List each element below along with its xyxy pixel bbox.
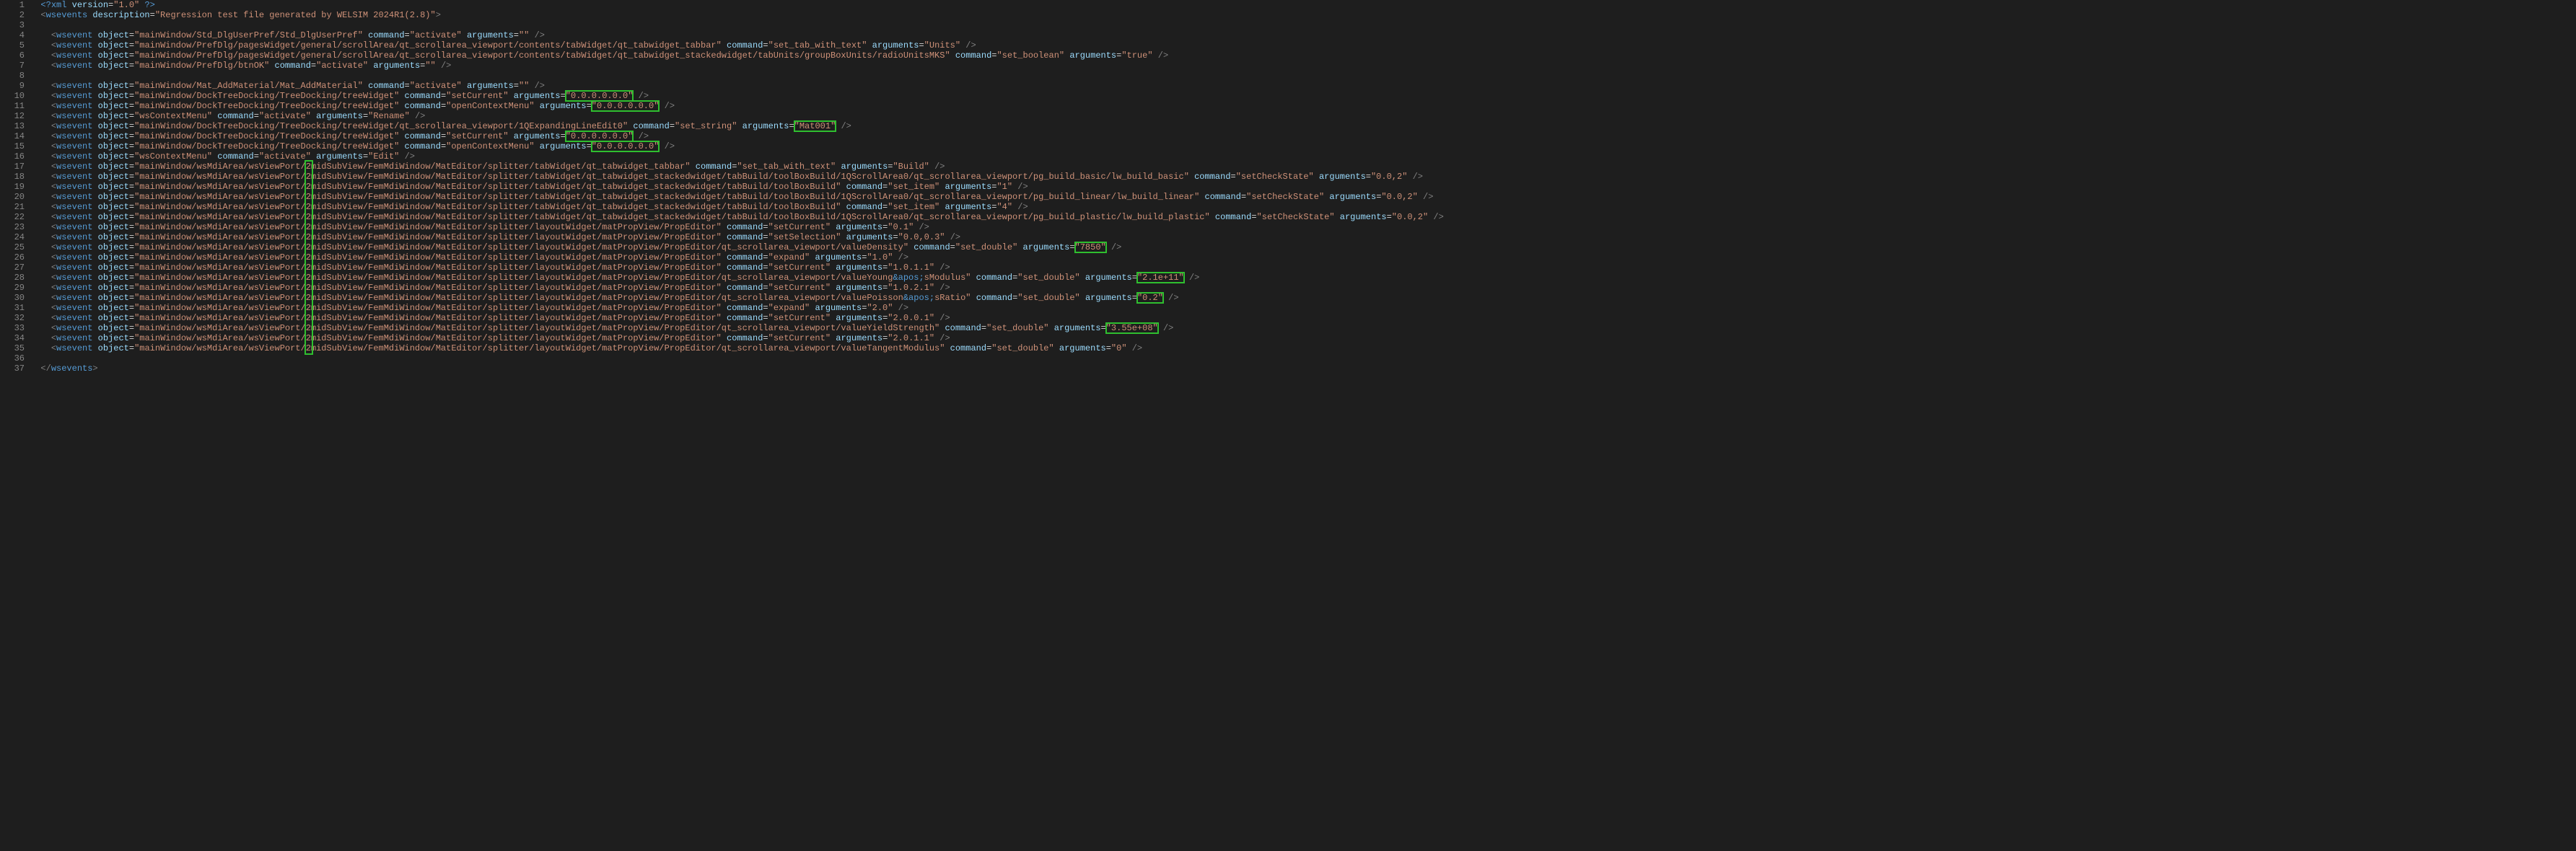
- code-line[interactable]: <wsevent object="mainWindow/wsMdiArea/ws…: [30, 172, 2576, 182]
- code-line[interactable]: [30, 353, 2576, 363]
- code-line[interactable]: <wsevent object="mainWindow/Std_DlgUserP…: [30, 30, 2576, 40]
- line-number: 11: [0, 101, 25, 111]
- line-number: 31: [0, 303, 25, 313]
- code-line[interactable]: <wsevent object="mainWindow/wsMdiArea/ws…: [30, 333, 2576, 343]
- code-line[interactable]: <wsevent object="mainWindow/PrefDlg/page…: [30, 50, 2576, 61]
- line-number: 26: [0, 252, 25, 263]
- code-line[interactable]: <wsevent object="mainWindow/wsMdiArea/ws…: [30, 162, 2576, 172]
- code-line[interactable]: <wsevent object="mainWindow/DockTreeDock…: [30, 131, 2576, 141]
- line-number: 5: [0, 40, 25, 50]
- code-line[interactable]: [30, 71, 2576, 81]
- code-line[interactable]: <wsevent object="mainWindow/wsMdiArea/ws…: [30, 323, 2576, 333]
- code-line[interactable]: <wsevent object="mainWindow/wsMdiArea/ws…: [30, 252, 2576, 263]
- line-number: 24: [0, 232, 25, 242]
- code-line[interactable]: <wsevent object="mainWindow/PrefDlg/btnO…: [30, 61, 2576, 71]
- line-number: 3: [0, 20, 25, 30]
- code-line[interactable]: <wsevents description="Regression test f…: [30, 10, 2576, 20]
- code-line[interactable]: <wsevent object="mainWindow/Mat_AddMater…: [30, 81, 2576, 91]
- line-number: 37: [0, 363, 25, 374]
- line-number: 32: [0, 313, 25, 323]
- code-line[interactable]: </wsevents>: [30, 363, 2576, 374]
- line-number: 6: [0, 50, 25, 61]
- line-number: 17: [0, 162, 25, 172]
- line-number: 1: [0, 0, 25, 10]
- line-number: 22: [0, 212, 25, 222]
- line-number: 25: [0, 242, 25, 252]
- code-line[interactable]: <wsevent object="mainWindow/wsMdiArea/ws…: [30, 283, 2576, 293]
- code-editor[interactable]: 1234567891011121314151617181920212223242…: [0, 0, 2576, 374]
- line-number: 13: [0, 121, 25, 131]
- line-number: 12: [0, 111, 25, 121]
- line-number: 8: [0, 71, 25, 81]
- code-line[interactable]: <wsevent object="mainWindow/wsMdiArea/ws…: [30, 293, 2576, 303]
- code-line[interactable]: [30, 20, 2576, 30]
- code-line[interactable]: <wsevent object="mainWindow/wsMdiArea/ws…: [30, 232, 2576, 242]
- line-number: 2: [0, 10, 25, 20]
- code-line[interactable]: <wsevent object="wsContextMenu" command=…: [30, 111, 2576, 121]
- code-line[interactable]: <wsevent object="mainWindow/DockTreeDock…: [30, 91, 2576, 101]
- code-line[interactable]: <wsevent object="mainWindow/wsMdiArea/ws…: [30, 192, 2576, 202]
- code-line[interactable]: <?xml version="1.0" ?>: [30, 0, 2576, 10]
- line-number: 18: [0, 172, 25, 182]
- code-line[interactable]: <wsevent object="mainWindow/DockTreeDock…: [30, 141, 2576, 151]
- line-number: 29: [0, 283, 25, 293]
- line-number: 35: [0, 343, 25, 353]
- line-number: 30: [0, 293, 25, 303]
- line-number: 20: [0, 192, 25, 202]
- code-line[interactable]: <wsevent object="mainWindow/wsMdiArea/ws…: [30, 202, 2576, 212]
- line-number: 28: [0, 273, 25, 283]
- line-number: 27: [0, 263, 25, 273]
- code-line[interactable]: <wsevent object="mainWindow/DockTreeDock…: [30, 121, 2576, 131]
- line-number: 34: [0, 333, 25, 343]
- code-line[interactable]: <wsevent object="mainWindow/wsMdiArea/ws…: [30, 273, 2576, 283]
- code-line[interactable]: <wsevent object="mainWindow/DockTreeDock…: [30, 101, 2576, 111]
- line-number: 36: [0, 353, 25, 363]
- code-area[interactable]: <?xml version="1.0" ?> <wsevents descrip…: [30, 0, 2576, 374]
- line-number-gutter: 1234567891011121314151617181920212223242…: [0, 0, 30, 374]
- line-number: 16: [0, 151, 25, 162]
- line-number: 9: [0, 81, 25, 91]
- line-number: 21: [0, 202, 25, 212]
- code-line[interactable]: <wsevent object="mainWindow/wsMdiArea/ws…: [30, 343, 2576, 353]
- code-line[interactable]: <wsevent object="mainWindow/wsMdiArea/ws…: [30, 263, 2576, 273]
- line-number: 14: [0, 131, 25, 141]
- code-line[interactable]: <wsevent object="mainWindow/wsMdiArea/ws…: [30, 182, 2576, 192]
- line-number: 10: [0, 91, 25, 101]
- code-line[interactable]: <wsevent object="mainWindow/wsMdiArea/ws…: [30, 303, 2576, 313]
- line-number: 15: [0, 141, 25, 151]
- line-number: 4: [0, 30, 25, 40]
- code-line[interactable]: <wsevent object="mainWindow/wsMdiArea/ws…: [30, 222, 2576, 232]
- line-number: 7: [0, 61, 25, 71]
- line-number: 19: [0, 182, 25, 192]
- code-line[interactable]: <wsevent object="mainWindow/wsMdiArea/ws…: [30, 242, 2576, 252]
- line-number: 23: [0, 222, 25, 232]
- code-line[interactable]: <wsevent object="mainWindow/wsMdiArea/ws…: [30, 313, 2576, 323]
- code-line[interactable]: <wsevent object="mainWindow/PrefDlg/page…: [30, 40, 2576, 50]
- code-line[interactable]: <wsevent object="mainWindow/wsMdiArea/ws…: [30, 212, 2576, 222]
- code-line[interactable]: <wsevent object="wsContextMenu" command=…: [30, 151, 2576, 162]
- line-number: 33: [0, 323, 25, 333]
